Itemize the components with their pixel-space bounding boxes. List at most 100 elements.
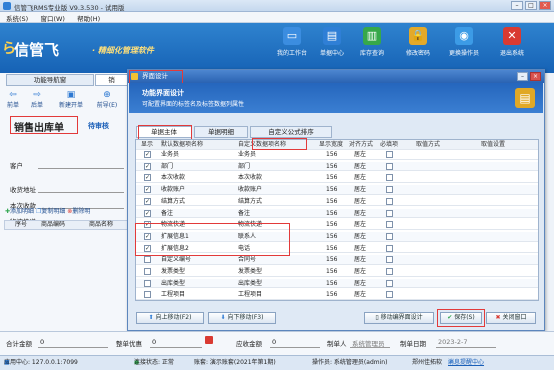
width-cell[interactable]: 156 bbox=[326, 232, 337, 241]
align-cell[interactable]: 居左 bbox=[354, 232, 366, 241]
close-window-button[interactable]: × bbox=[539, 1, 551, 10]
table-row[interactable]: ✓ 本次收款 本次收款 156 居左 bbox=[136, 173, 538, 184]
show-checkbox[interactable]: ✓ bbox=[144, 151, 151, 158]
custom-name-cell[interactable]: 本次收款 bbox=[238, 173, 262, 182]
table-row[interactable]: ✓ 备注 备注 156 居左 bbox=[136, 208, 538, 219]
align-cell[interactable]: 居左 bbox=[354, 290, 366, 299]
align-cell[interactable]: 居左 bbox=[354, 197, 366, 206]
show-checkbox[interactable] bbox=[144, 268, 151, 275]
minimize-button[interactable]: – bbox=[511, 1, 523, 10]
align-cell[interactable]: 居左 bbox=[354, 173, 366, 182]
align-cell[interactable]: 居左 bbox=[354, 209, 366, 218]
align-cell[interactable]: 居左 bbox=[354, 279, 366, 288]
required-checkbox[interactable] bbox=[386, 151, 393, 158]
align-cell[interactable]: 居左 bbox=[354, 150, 366, 159]
width-cell[interactable]: 156 bbox=[326, 220, 337, 229]
align-cell[interactable]: 居左 bbox=[354, 267, 366, 276]
banner-button-1[interactable]: ▤ 单据中心 bbox=[312, 27, 352, 57]
tab-nav[interactable]: 功能导航窗 bbox=[6, 74, 94, 86]
table-row[interactable]: 出库类型 出库类型 156 居左 bbox=[136, 278, 538, 289]
width-cell[interactable]: 156 bbox=[326, 279, 337, 288]
show-checkbox[interactable]: ✓ bbox=[144, 162, 151, 170]
import-button[interactable]: ⊕ 前导(E) bbox=[92, 90, 122, 109]
required-checkbox[interactable] bbox=[386, 279, 393, 287]
move-down-button[interactable]: ⬇ 向下移动(F3) bbox=[208, 312, 276, 324]
width-cell[interactable]: 156 bbox=[326, 150, 337, 159]
required-checkbox[interactable] bbox=[386, 291, 393, 299]
menu-help[interactable]: 帮助(H) bbox=[77, 15, 100, 23]
width-cell[interactable]: 156 bbox=[326, 290, 337, 299]
align-cell[interactable]: 居左 bbox=[354, 255, 366, 264]
required-checkbox[interactable] bbox=[386, 244, 393, 252]
width-cell[interactable]: 156 bbox=[326, 185, 337, 194]
width-cell[interactable]: 156 bbox=[326, 162, 337, 171]
custom-name-cell[interactable]: 合同号 bbox=[238, 255, 256, 264]
show-checkbox[interactable]: ✓ bbox=[144, 209, 151, 217]
banner-button-5[interactable]: ✕ 退出系统 bbox=[492, 27, 532, 57]
maximize-button[interactable]: □ bbox=[525, 1, 537, 10]
copy-detail-button[interactable]: ❐复制明细 bbox=[36, 208, 65, 215]
show-checkbox[interactable] bbox=[144, 256, 151, 264]
align-cell[interactable]: 居左 bbox=[354, 185, 366, 194]
required-checkbox[interactable] bbox=[386, 221, 393, 229]
table-row[interactable]: ✓ 结算方式 结算方式 156 居左 bbox=[136, 197, 538, 207]
close-dialog-button[interactable]: ✖ 关闭窗口 bbox=[486, 312, 536, 324]
width-cell[interactable]: 156 bbox=[326, 173, 337, 182]
next-doc-button[interactable]: ⇨ 后单 bbox=[26, 90, 48, 109]
custom-name-cell[interactable]: 发票类型 bbox=[238, 267, 262, 276]
custom-name-cell[interactable]: 业务员 bbox=[238, 150, 256, 159]
show-checkbox[interactable] bbox=[144, 291, 151, 299]
table-row[interactable]: 发票类型 发票类型 156 居左 bbox=[136, 267, 538, 277]
required-checkbox[interactable] bbox=[386, 174, 393, 182]
show-checkbox[interactable] bbox=[144, 279, 151, 287]
width-cell[interactable]: 156 bbox=[326, 209, 337, 218]
show-checkbox[interactable]: ✓ bbox=[144, 197, 151, 205]
customer-input[interactable] bbox=[38, 168, 124, 169]
align-cell[interactable]: 居左 bbox=[354, 244, 366, 253]
show-checkbox[interactable]: ✓ bbox=[144, 186, 151, 194]
prev-doc-button[interactable]: ⇦ 前单 bbox=[2, 90, 24, 109]
required-checkbox[interactable] bbox=[386, 162, 393, 170]
table-row[interactable]: ✓ 收款账户 收款账户 156 居左 bbox=[136, 185, 538, 195]
required-checkbox[interactable] bbox=[386, 197, 393, 205]
dialog-minimize-button[interactable]: – bbox=[517, 72, 528, 81]
add-detail-button[interactable]: ✚添加明细 bbox=[5, 208, 34, 215]
banner-button-0[interactable]: ▭ 我的工作台 bbox=[272, 27, 312, 57]
move-up-button[interactable]: ⬆ 向上移动(F2) bbox=[136, 312, 204, 324]
custom-name-cell[interactable]: 收款账户 bbox=[238, 185, 262, 194]
table-row[interactable]: ✓ 部门 部门 156 居左 bbox=[136, 161, 538, 172]
banner-button-4[interactable]: ◉ 更换操作员 bbox=[444, 27, 484, 57]
new-doc-button[interactable]: ▣ 新建开单 bbox=[56, 90, 86, 109]
show-checkbox[interactable]: ✓ bbox=[144, 174, 151, 182]
custom-name-cell[interactable]: 出库类型 bbox=[238, 279, 262, 288]
width-cell[interactable]: 156 bbox=[326, 244, 337, 253]
address-input[interactable] bbox=[38, 192, 124, 193]
mobile-layout-button[interactable]: ▯ 移动编界面设计 bbox=[364, 312, 434, 324]
tab-sales[interactable]: 销 bbox=[95, 74, 128, 86]
table-row[interactable]: 工程项目 工程项目 156 居左 bbox=[136, 290, 538, 300]
table-row[interactable]: ✓ 业务员 业务员 156 居左 bbox=[136, 150, 538, 160]
banner-button-2[interactable]: ▥ 库存查询 bbox=[352, 27, 392, 57]
menu-system[interactable]: 系统(S) bbox=[6, 15, 28, 23]
align-cell[interactable]: 居左 bbox=[354, 220, 366, 229]
delete-detail-button[interactable]: ⊗删除明 bbox=[67, 208, 90, 215]
required-checkbox[interactable] bbox=[386, 256, 393, 264]
custom-name-cell[interactable]: 工程项目 bbox=[238, 290, 262, 299]
width-cell[interactable]: 156 bbox=[326, 197, 337, 206]
required-checkbox[interactable] bbox=[386, 209, 393, 217]
required-checkbox[interactable] bbox=[386, 186, 393, 194]
width-cell[interactable]: 156 bbox=[326, 267, 337, 276]
required-checkbox[interactable] bbox=[386, 232, 393, 240]
dialog-close-button[interactable]: × bbox=[530, 72, 541, 81]
custom-name-cell[interactable]: 结算方式 bbox=[238, 197, 262, 206]
required-checkbox[interactable] bbox=[386, 268, 393, 275]
custom-name-cell[interactable]: 部门 bbox=[238, 162, 250, 171]
banner-button-3[interactable]: 🔒 修改密码 bbox=[398, 27, 438, 57]
tab-doc-detail[interactable]: 单据明细 bbox=[194, 126, 248, 138]
discount-value[interactable]: 0 bbox=[152, 338, 156, 346]
menu-window[interactable]: 窗口(W) bbox=[40, 15, 65, 23]
align-cell[interactable]: 居左 bbox=[354, 162, 366, 171]
custom-name-cell[interactable]: 备注 bbox=[238, 209, 250, 218]
width-cell[interactable]: 156 bbox=[326, 255, 337, 264]
table-row[interactable]: 自定义编号 合同号 156 居左 bbox=[136, 255, 538, 265]
